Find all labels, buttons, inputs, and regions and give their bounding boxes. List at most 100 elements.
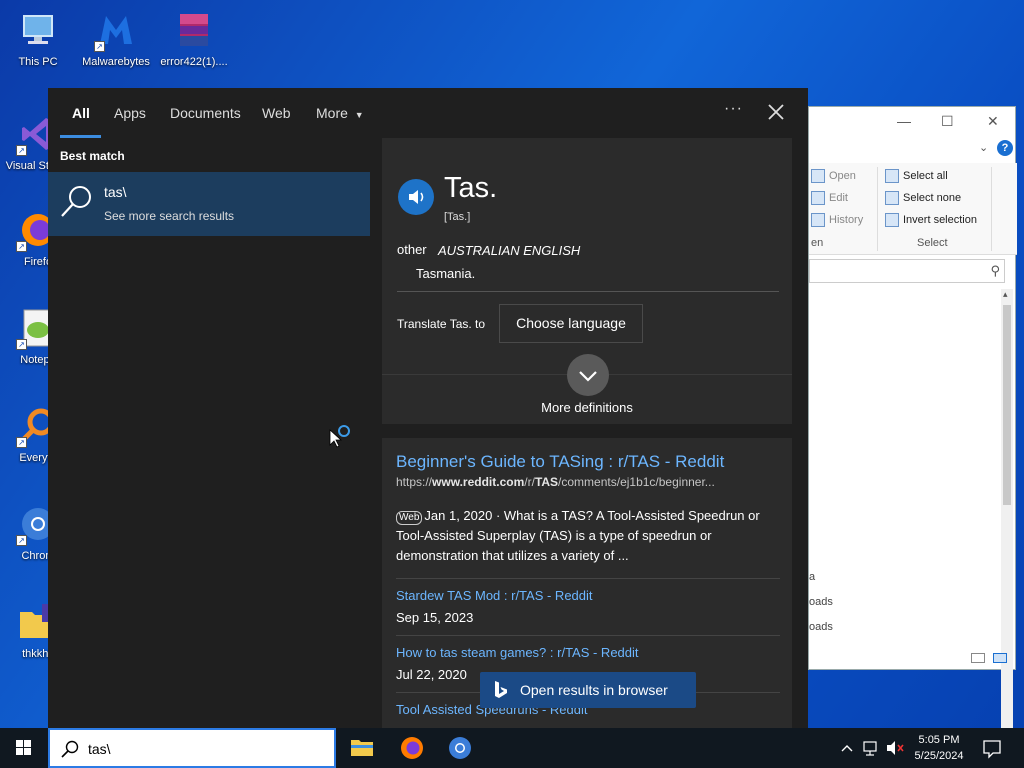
- explorer-ribbon: Open Edit History en Select all Select n…: [809, 163, 1017, 255]
- ribbon-edit-button[interactable]: Edit: [811, 191, 848, 205]
- related-result-date: Jul 22, 2020: [396, 667, 467, 682]
- open-icon: [811, 169, 825, 183]
- open-results-in-browser-button[interactable]: Open results in browser: [480, 672, 696, 708]
- clock-time: 5:05 PM: [918, 734, 960, 746]
- busy-cursor-icon: [329, 423, 353, 454]
- desktop-icon-label: This PC: [18, 56, 58, 68]
- volume-muted-icon[interactable]: [884, 728, 906, 768]
- speaker-icon[interactable]: [398, 179, 434, 215]
- folder-icon: [351, 740, 373, 756]
- ribbon-group-select-label: Select: [917, 237, 948, 249]
- taskbar-firefox[interactable]: [388, 728, 436, 768]
- large-icons-view-icon[interactable]: [993, 653, 1007, 663]
- more-options-icon[interactable]: ···: [724, 100, 743, 118]
- explorer-titlebar[interactable]: — ☐ ✕: [809, 107, 1015, 137]
- help-icon[interactable]: ?: [997, 140, 1013, 156]
- ribbon-select-none-button[interactable]: Select none: [885, 191, 961, 205]
- best-match-item[interactable]: tas\ See more search results: [48, 172, 370, 236]
- taskbar-chromium[interactable]: [436, 728, 484, 768]
- minimize-icon[interactable]: —: [897, 113, 911, 129]
- close-icon[interactable]: ✕: [987, 113, 999, 130]
- web-result-snippet: Web Jan 1, 2020 · What is a TAS? A Tool-A…: [396, 506, 780, 566]
- nav-item[interactable]: oads: [809, 621, 833, 633]
- select-all-icon: [885, 169, 899, 183]
- desktop-icon-label: error422(1)....: [160, 56, 228, 68]
- rar-archive-icon: [172, 8, 216, 52]
- search-icon: [58, 184, 94, 225]
- invert-selection-icon: [885, 213, 899, 227]
- explorer-search-box[interactable]: ⚲: [809, 259, 1005, 283]
- maximize-icon[interactable]: ☐: [941, 113, 954, 130]
- nav-item[interactable]: oads: [809, 596, 833, 608]
- show-hidden-icons-icon[interactable]: [838, 728, 856, 768]
- dictionary-definition: Tasmania.: [416, 266, 476, 281]
- computer-icon: [16, 8, 60, 52]
- ribbon-history-button[interactable]: History: [811, 213, 863, 227]
- start-button[interactable]: [0, 728, 48, 768]
- expand-ribbon-icon[interactable]: ⌄: [979, 141, 988, 154]
- shortcut-arrow-icon: ↗: [16, 535, 27, 546]
- windows-search-panel: All Apps Documents Web More ▼ ··· Best m…: [48, 88, 808, 728]
- taskbar-search-input[interactable]: tas\: [48, 728, 336, 768]
- bing-icon: [492, 680, 510, 703]
- dictionary-word: Tas.: [444, 172, 498, 204]
- related-result-title[interactable]: How to tas steam games? : r/TAS - Reddit: [396, 645, 639, 660]
- shortcut-arrow-icon: ↗: [16, 339, 27, 350]
- related-result-date: Sep 15, 2023: [396, 610, 474, 625]
- ribbon-select-all-button[interactable]: Select all: [885, 169, 948, 183]
- web-result-date: Jan 1, 2020: [424, 508, 493, 523]
- related-result-title[interactable]: Stardew TAS Mod : r/TAS - Reddit: [396, 588, 593, 603]
- file-explorer-window[interactable]: — ☐ ✕ ? ⌄ Open Edit History en Select al…: [808, 106, 1017, 749]
- ribbon-group-open-label: en: [811, 237, 824, 249]
- nav-item[interactable]: a: [809, 571, 815, 583]
- scrollbar-thumb[interactable]: [1003, 305, 1011, 505]
- dictionary-pronunciation: [Tas.]: [444, 211, 471, 223]
- dictionary-card: Tas. [Tas.] other AUSTRALIAN ENGLISH Tas…: [382, 138, 792, 375]
- web-badge: Web: [396, 511, 423, 525]
- malwarebytes-icon: ↗: [94, 8, 138, 52]
- desktop-icon-this-pc[interactable]: This PC: [0, 8, 76, 68]
- web-result-url[interactable]: https://www.reddit.com/r/TAS/comments/ej…: [396, 475, 715, 489]
- search-tabs: All Apps Documents Web More ▼ ···: [48, 88, 808, 138]
- divider: [396, 635, 780, 636]
- desktop-icon-error422[interactable]: error422(1)....: [156, 8, 232, 68]
- close-icon[interactable]: [764, 100, 788, 124]
- best-match-header: Best match: [60, 149, 125, 163]
- search-icon: [60, 739, 80, 764]
- tab-web[interactable]: Web: [262, 105, 291, 121]
- clock-date: 5/25/2024: [914, 750, 964, 762]
- more-definitions-link[interactable]: More definitions: [382, 400, 792, 415]
- edit-icon: [811, 191, 825, 205]
- taskbar-clock[interactable]: 5:05 PM 5/25/2024: [904, 732, 974, 764]
- shortcut-arrow-icon: ↗: [16, 145, 27, 156]
- dictionary-part-of-speech: other: [397, 242, 427, 257]
- choose-language-button[interactable]: Choose language: [499, 304, 643, 343]
- ribbon-invert-selection-button[interactable]: Invert selection: [885, 213, 977, 227]
- ribbon-open-button[interactable]: Open: [811, 169, 856, 183]
- shortcut-arrow-icon: ↗: [16, 241, 27, 252]
- best-match-subtitle: See more search results: [104, 209, 235, 223]
- expand-definitions-button[interactable]: [567, 354, 609, 396]
- tab-all[interactable]: All: [72, 105, 90, 121]
- tab-more-label: More: [316, 105, 348, 121]
- tab-documents[interactable]: Documents: [170, 105, 241, 121]
- results-list-pane: Best match tas\ See more search results: [48, 138, 370, 728]
- network-icon[interactable]: [860, 728, 882, 768]
- taskbar-file-explorer[interactable]: [338, 728, 386, 768]
- desktop-icon-malwarebytes[interactable]: ↗ Malwarebytes: [78, 8, 154, 68]
- explorer-scrollbar[interactable]: ▴ ▾: [1001, 289, 1013, 749]
- details-view-icon[interactable]: [971, 653, 985, 663]
- tab-apps[interactable]: Apps: [114, 105, 146, 121]
- section-gap: [382, 424, 792, 438]
- shortcut-arrow-icon: ↗: [16, 437, 27, 448]
- chromium-icon: [449, 737, 471, 759]
- notifications-icon[interactable]: [980, 728, 1004, 768]
- tab-more[interactable]: More ▼: [316, 105, 364, 121]
- desktop-icon-label: Malwarebytes: [82, 56, 150, 68]
- preview-pane: Tas. [Tas.] other AUSTRALIAN ENGLISH Tas…: [382, 138, 792, 728]
- windows-logo-icon: [16, 740, 31, 755]
- scroll-up-icon[interactable]: ▴: [1003, 289, 1008, 300]
- dictionary-region: AUSTRALIAN ENGLISH: [438, 243, 581, 258]
- firefox-icon: [401, 737, 423, 759]
- web-result-title[interactable]: Beginner's Guide to TASing : r/TAS - Red…: [396, 452, 724, 472]
